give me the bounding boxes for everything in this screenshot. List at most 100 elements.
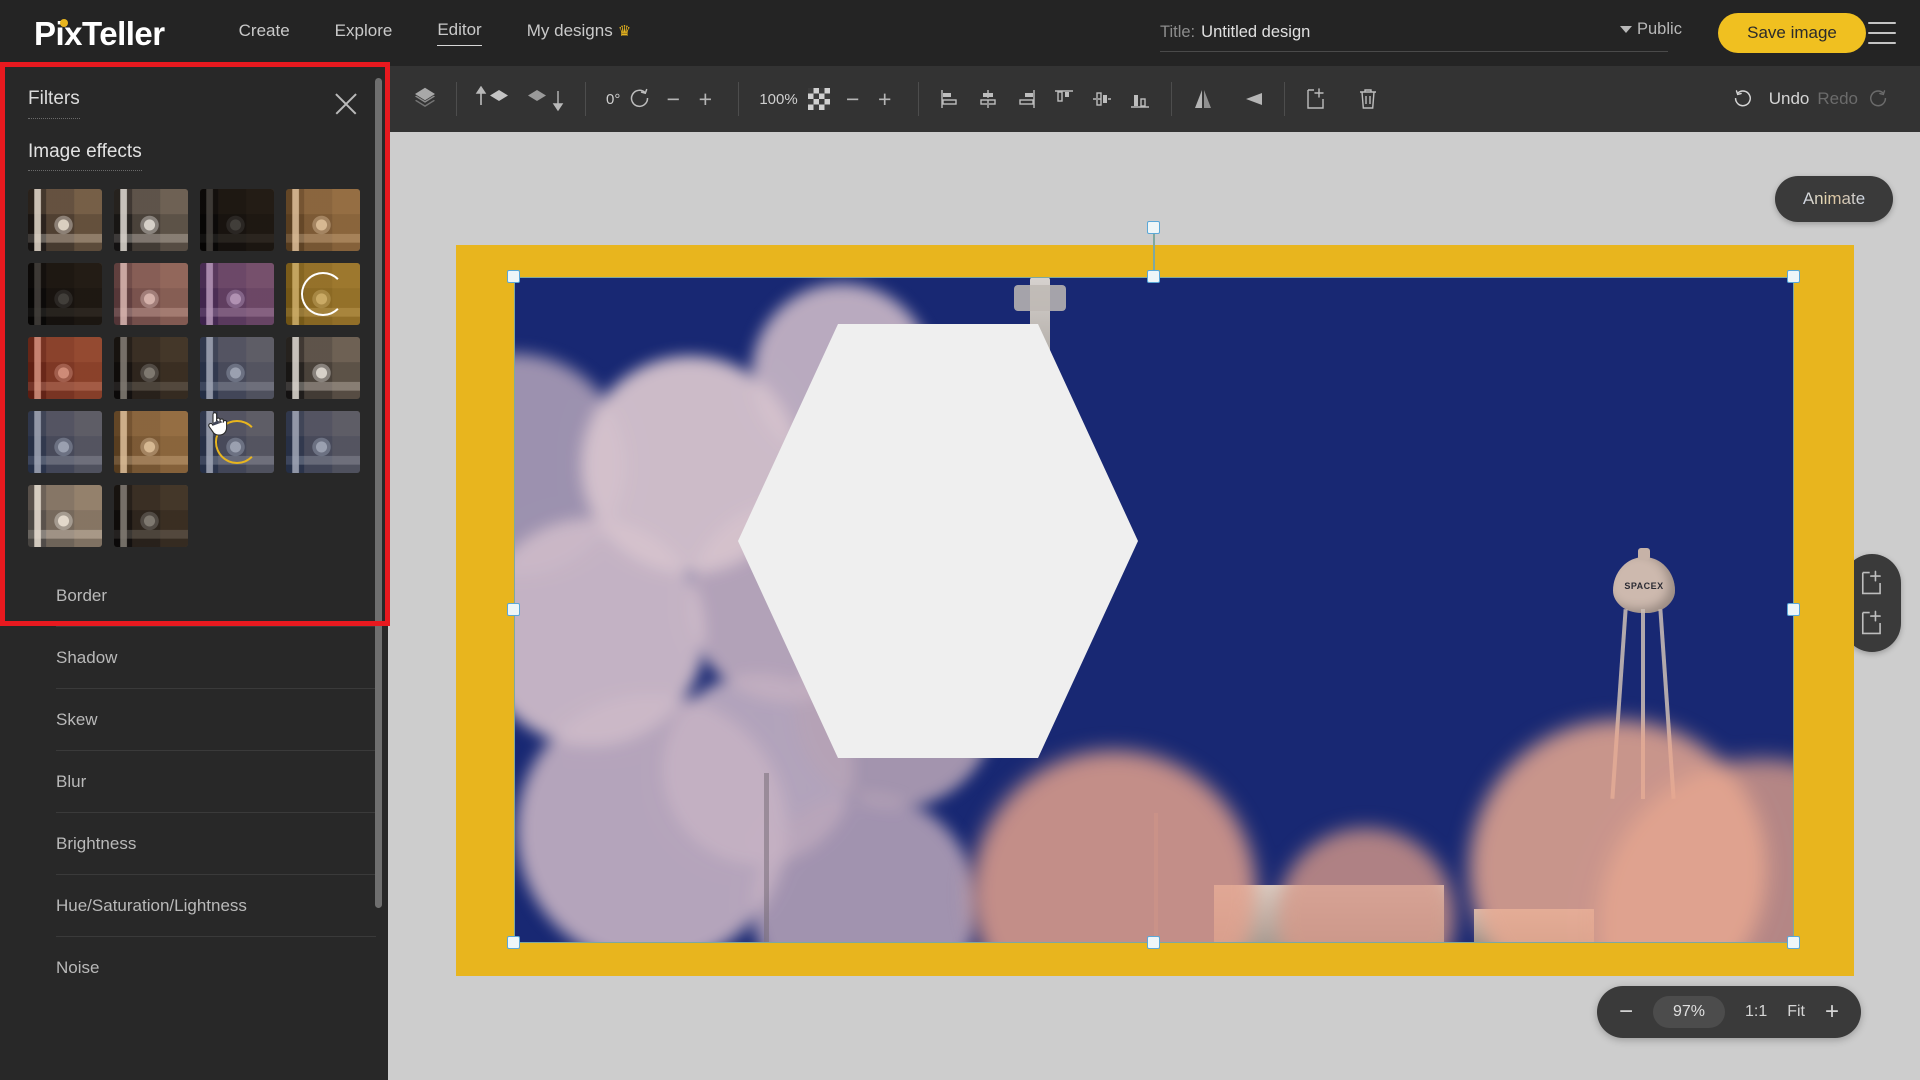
zoom-in-button[interactable]: + bbox=[1825, 1000, 1839, 1024]
nav-item-create[interactable]: Create bbox=[239, 21, 290, 46]
close-icon[interactable] bbox=[332, 90, 360, 118]
filter-thumbnail[interactable] bbox=[200, 337, 274, 399]
checkerboard-icon[interactable] bbox=[804, 79, 834, 119]
menu-item-brightness[interactable]: Brightness bbox=[56, 813, 376, 875]
filter-overlay bbox=[28, 485, 102, 547]
filter-thumbnail[interactable] bbox=[114, 485, 188, 547]
menu-item-noise[interactable]: Noise bbox=[56, 937, 376, 998]
visibility-dropdown[interactable]: Public bbox=[1620, 20, 1682, 39]
align-left-icon[interactable] bbox=[931, 79, 969, 119]
filter-thumbnail[interactable] bbox=[286, 411, 360, 473]
resize-handle-top-left[interactable] bbox=[507, 270, 520, 283]
redo-arrow-icon[interactable] bbox=[1866, 79, 1892, 119]
photo-mast bbox=[764, 773, 769, 943]
rotate-icon[interactable] bbox=[626, 79, 654, 119]
opacity-decrease-button[interactable]: − bbox=[840, 87, 866, 111]
nav-item-my-designs[interactable]: My designs ♛ bbox=[527, 21, 631, 46]
menu-item-hue-saturation-lightness[interactable]: Hue/Saturation/Lightness bbox=[56, 875, 376, 937]
send-backward-icon[interactable] bbox=[521, 79, 573, 119]
rotation-handle[interactable] bbox=[1147, 221, 1160, 234]
resize-handle-bottom-left[interactable] bbox=[507, 936, 520, 949]
design-title-input[interactable] bbox=[1201, 23, 1668, 42]
menu-item-skew[interactable]: Skew bbox=[56, 689, 376, 751]
filter-overlay bbox=[28, 263, 102, 325]
zoom-percentage[interactable]: 97% bbox=[1652, 996, 1726, 1028]
flip-vertical-icon[interactable] bbox=[1234, 79, 1272, 119]
photo-rocket-fin bbox=[1014, 285, 1066, 311]
rotation-increase-button[interactable]: + bbox=[692, 87, 718, 111]
filter-thumbnail[interactable] bbox=[286, 189, 360, 251]
duplicate-page-icon[interactable] bbox=[1857, 608, 1887, 638]
align-right-icon[interactable] bbox=[1007, 79, 1045, 119]
filter-overlay bbox=[28, 411, 102, 473]
panel-header: Filters bbox=[0, 66, 388, 119]
filter-thumbnail[interactable] bbox=[28, 337, 102, 399]
undo-button[interactable]: Undo bbox=[1769, 89, 1810, 109]
history-group: Undo Redo bbox=[1723, 79, 1892, 119]
align-group bbox=[931, 66, 1159, 132]
flip-horizontal-icon[interactable] bbox=[1184, 79, 1222, 119]
design-title-field[interactable]: Title: bbox=[1160, 14, 1668, 52]
menu-item-shadow[interactable]: Shadow bbox=[56, 627, 376, 689]
resize-handle-bottom-right[interactable] bbox=[1787, 936, 1800, 949]
filter-overlay bbox=[114, 411, 188, 473]
hamburger-menu-icon[interactable] bbox=[1868, 22, 1896, 44]
resize-handle-middle-left[interactable] bbox=[507, 603, 520, 616]
zoom-out-button[interactable]: − bbox=[1619, 1000, 1633, 1024]
visibility-label: Public bbox=[1637, 20, 1682, 38]
duplicate-icon[interactable] bbox=[1297, 79, 1335, 119]
menu-item-label: Brightness bbox=[56, 833, 137, 853]
align-middle-vertical-icon[interactable] bbox=[1083, 79, 1121, 119]
layers-icon[interactable] bbox=[406, 79, 444, 119]
menu-item-blur[interactable]: Blur bbox=[56, 751, 376, 813]
redo-button[interactable]: Redo bbox=[1817, 89, 1858, 109]
filter-thumbnail[interactable] bbox=[114, 263, 188, 325]
menu-item-label: Blur bbox=[56, 771, 87, 791]
resize-handle-top-center[interactable] bbox=[1147, 270, 1160, 283]
align-center-horizontal-icon[interactable] bbox=[969, 79, 1007, 119]
filter-thumbnail[interactable] bbox=[114, 189, 188, 251]
filter-thumbnail[interactable] bbox=[28, 189, 102, 251]
menu-item-label: Hue/Saturation/Lightness bbox=[56, 895, 247, 915]
add-page-icon[interactable] bbox=[1857, 568, 1887, 598]
design-canvas[interactable]: SPACEX bbox=[456, 221, 1854, 976]
filter-thumbnail[interactable] bbox=[28, 485, 102, 547]
zoom-actual-size-button[interactable]: 1:1 bbox=[1745, 1003, 1767, 1021]
align-bottom-icon[interactable] bbox=[1121, 79, 1159, 119]
animate-button[interactable]: Animate bbox=[1775, 176, 1893, 222]
trash-icon[interactable] bbox=[1349, 79, 1387, 119]
flip-group bbox=[1184, 66, 1272, 132]
pixteller-logo[interactable]: PixTeller bbox=[34, 17, 165, 50]
app-header: PixTeller Create Explore Editor My desig… bbox=[0, 0, 1920, 66]
bring-forward-icon[interactable] bbox=[469, 79, 521, 119]
filter-thumbnail[interactable] bbox=[286, 337, 360, 399]
zoom-fit-button[interactable]: Fit bbox=[1787, 1003, 1805, 1021]
menu-item-label: Border bbox=[56, 585, 108, 605]
opacity-increase-button[interactable]: + bbox=[872, 87, 898, 111]
panel-scrollbar[interactable] bbox=[375, 78, 382, 908]
align-top-icon[interactable] bbox=[1045, 79, 1083, 119]
filter-thumbnail[interactable] bbox=[200, 189, 274, 251]
canvas-workspace[interactable]: Animate SPACEX − 97% 1:1 Fit + bbox=[388, 132, 1920, 1080]
filter-thumbnail[interactable] bbox=[28, 263, 102, 325]
resize-handle-bottom-center[interactable] bbox=[1147, 936, 1160, 949]
logo-text: PixTeller bbox=[34, 14, 165, 52]
save-image-button[interactable]: Save image bbox=[1718, 13, 1866, 53]
zoom-controls: − 97% 1:1 Fit + bbox=[1597, 986, 1861, 1038]
chevron-down-icon bbox=[1620, 26, 1632, 33]
resize-handle-top-right[interactable] bbox=[1787, 270, 1800, 283]
photo-layer[interactable]: SPACEX bbox=[514, 277, 1794, 943]
filter-thumbnail-loading[interactable] bbox=[286, 263, 360, 325]
rotation-value: 0° bbox=[606, 90, 621, 108]
filter-thumbnail-active[interactable] bbox=[200, 411, 274, 473]
filter-thumbnail[interactable] bbox=[114, 337, 188, 399]
nav-item-editor[interactable]: Editor bbox=[437, 20, 482, 46]
filter-thumbnail[interactable] bbox=[200, 263, 274, 325]
resize-handle-middle-right[interactable] bbox=[1787, 603, 1800, 616]
undo-arrow-icon[interactable] bbox=[1723, 79, 1761, 119]
menu-item-border[interactable]: Border bbox=[56, 565, 376, 627]
filter-thumbnail[interactable] bbox=[28, 411, 102, 473]
filter-thumbnail[interactable] bbox=[114, 411, 188, 473]
rotation-decrease-button[interactable]: − bbox=[660, 87, 686, 111]
nav-item-explore[interactable]: Explore bbox=[335, 21, 393, 46]
